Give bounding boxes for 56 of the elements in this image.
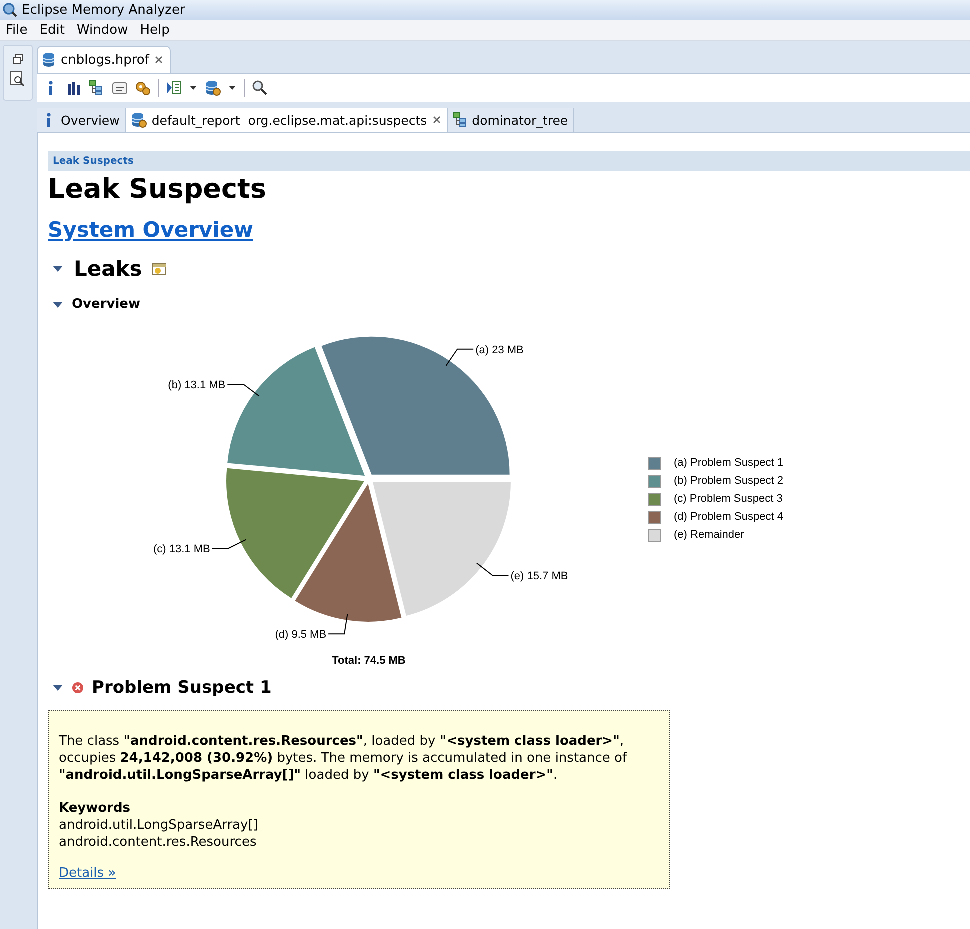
leader-line	[227, 384, 260, 398]
breadcrumb-link[interactable]: Leak Suspects	[53, 156, 134, 166]
app-icon	[2, 2, 18, 18]
inspector-icon[interactable]	[10, 71, 26, 87]
window-icon	[152, 262, 168, 276]
restore-icon[interactable]	[12, 54, 24, 65]
report-tab[interactable]: dominator_tree	[448, 108, 574, 132]
menu-item[interactable]: Help	[134, 22, 176, 38]
legend-label: (a) Problem Suspect 1	[674, 457, 784, 469]
page-title: Leak Suspects	[48, 173, 268, 207]
slice-label: (c) 13.1 MB	[153, 544, 210, 556]
keyword: android.content.res.Resources	[59, 834, 258, 851]
database-gear-icon[interactable]	[205, 80, 221, 96]
section-title: Leaks	[74, 257, 142, 281]
slice-label: (d) 9.5 MB	[275, 629, 327, 642]
leader-line	[476, 562, 510, 576]
editor-tab[interactable]: cnblogs.hprof	[37, 46, 172, 73]
slice-label: (a) 23 MB	[476, 344, 524, 356]
tree-icon[interactable]	[89, 80, 105, 96]
report-tab[interactable]: default_report org.eclipse.mat.api:suspects	[126, 108, 448, 132]
menu-item[interactable]: File	[0, 22, 34, 38]
legend-label: (c) Problem Suspect 3	[674, 493, 783, 505]
window-title: Eclipse Memory Analyzer	[22, 2, 186, 18]
gears-icon[interactable]	[135, 80, 151, 96]
bar-chart-icon[interactable]	[66, 80, 82, 96]
chart-total: Total: 74.5 MB	[332, 655, 406, 667]
menu-item[interactable]: Edit	[34, 22, 71, 38]
database-gear-icon	[130, 112, 147, 128]
legend-label: (e) Remainder	[674, 529, 744, 541]
collapse-triangle-icon[interactable]	[52, 264, 64, 274]
leader-line	[328, 614, 348, 635]
system-overview-link[interactable]: System Overview	[48, 217, 254, 243]
slice-label: (e) 15.7 MB	[510, 570, 568, 583]
legend-label: (d) Problem Suspect 4	[674, 511, 784, 523]
tree-icon	[453, 112, 468, 128]
suspect-description: The class "android.content.res.Resources", loaded by "<system class loader>", occupies 24,142,008 (30.92%) bytes. The memory is accumulated in one instance of "android.util.LongSparseArray[]" loaded by "<system class loader>".	[59, 733, 628, 784]
report-list-icon[interactable]	[166, 80, 182, 96]
collapse-triangle-icon[interactable]	[52, 300, 64, 310]
legend-label: (b) Problem Suspect 2	[674, 475, 784, 487]
collapse-triangle-icon[interactable]	[52, 683, 64, 693]
search-icon[interactable]	[252, 80, 268, 96]
error-icon	[72, 682, 84, 694]
report-tab[interactable]: Overview	[37, 108, 126, 132]
database-icon	[42, 52, 56, 68]
suspect-title: Problem Suspect 1	[92, 678, 272, 698]
subsection-title: Overview	[72, 297, 141, 312]
menu-item[interactable]: Window	[70, 22, 134, 38]
slice-label: (b) 13.1 MB	[168, 379, 226, 392]
close-icon	[154, 55, 164, 65]
leader-line	[446, 348, 474, 366]
details-link[interactable]: Details »	[59, 865, 116, 882]
keyword: android.util.LongSparseArray[]	[59, 817, 260, 834]
close-icon	[432, 115, 442, 125]
keywords-heading: Keywords	[59, 800, 132, 817]
query-icon[interactable]	[112, 80, 128, 96]
leader-line	[212, 539, 247, 550]
